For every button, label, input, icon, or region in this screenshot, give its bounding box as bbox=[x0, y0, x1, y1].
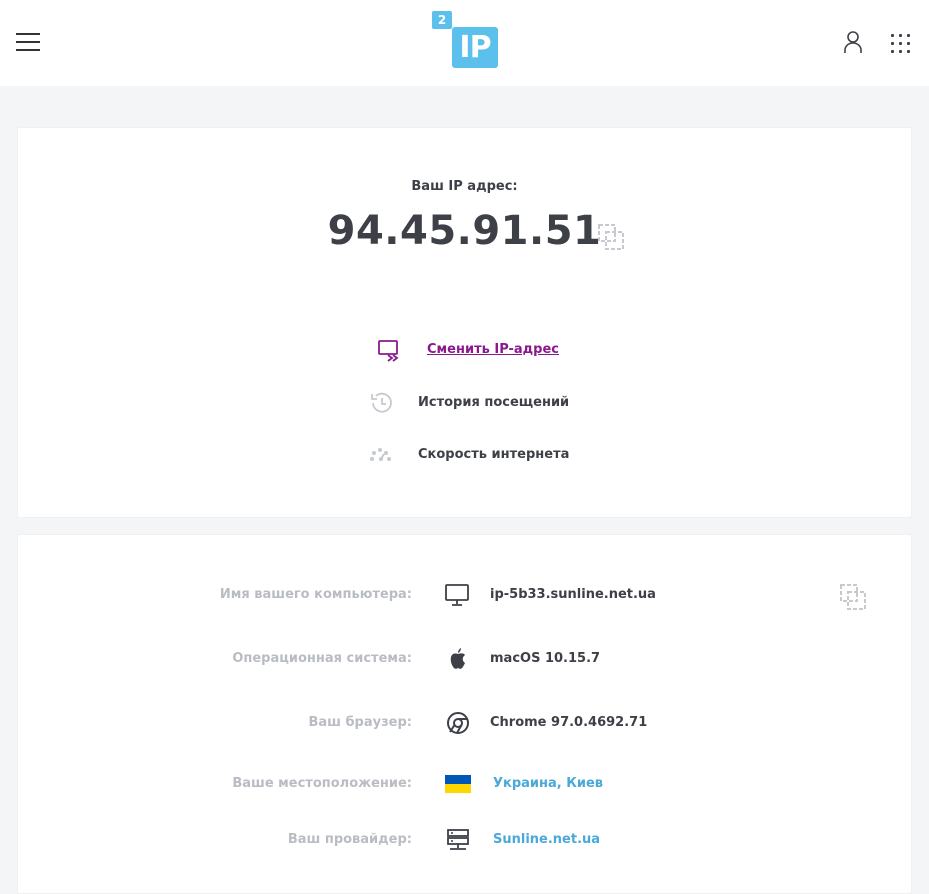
info-row-browser: Ваш браузер: Chrome 97.0.4692.71 bbox=[18, 708, 913, 738]
apple-icon bbox=[450, 648, 465, 669]
menu-icon[interactable] bbox=[16, 33, 40, 53]
change-ip-link[interactable]: Сменить IP-адрес bbox=[378, 338, 618, 362]
server-icon bbox=[447, 829, 469, 850]
ip-address[interactable]: 94.45.91.51 bbox=[18, 208, 911, 254]
logo-badge: 2 bbox=[432, 11, 452, 29]
os-label: Операционная система: bbox=[232, 651, 412, 666]
location-label: Ваше местоположение: bbox=[232, 776, 412, 791]
copy-hostname-icon[interactable] bbox=[839, 583, 867, 611]
info-row-provider: Ваш провайдер: Sunline.net.ua bbox=[18, 825, 913, 855]
apps-grid-icon[interactable] bbox=[891, 34, 911, 54]
logo-text: IP bbox=[452, 27, 498, 68]
speedometer-icon bbox=[370, 448, 391, 461]
ip-card: Ваш IP адрес: 94.45.91.51 Сменить IP-адр… bbox=[17, 127, 912, 518]
info-row-location: Ваше местоположение: Украина, Киев bbox=[18, 769, 913, 799]
history-label: История посещений bbox=[418, 395, 570, 410]
logo[interactable]: 2 IP bbox=[432, 11, 498, 69]
speed-label: Скорость интернета bbox=[418, 447, 570, 462]
hostname-value: ip-5b33.sunline.net.ua bbox=[490, 587, 656, 602]
info-row-os: Операционная система: macOS 10.15.7 bbox=[18, 644, 913, 674]
history-link[interactable]: История посещений bbox=[369, 391, 609, 415]
info-card: Имя вашего компьютера: ip-5b33.sunline.n… bbox=[17, 534, 912, 894]
provider-value[interactable]: Sunline.net.ua bbox=[493, 832, 600, 847]
chrome-icon bbox=[447, 712, 469, 734]
browser-value: Chrome 97.0.4692.71 bbox=[490, 715, 648, 730]
hostname-label: Имя вашего компьютера: bbox=[219, 587, 412, 602]
history-icon bbox=[371, 392, 392, 413]
change-ip-icon bbox=[378, 340, 399, 362]
monitor-icon bbox=[445, 584, 469, 606]
copy-icon[interactable] bbox=[597, 223, 625, 251]
os-value: macOS 10.15.7 bbox=[490, 651, 601, 666]
user-icon[interactable] bbox=[842, 30, 864, 54]
header: 2 IP bbox=[0, 0, 929, 86]
speed-test-link[interactable]: Скорость интернета bbox=[368, 443, 608, 467]
ip-label: Ваш IP адрес: bbox=[411, 179, 518, 194]
location-value[interactable]: Украина, Киев bbox=[493, 776, 603, 791]
info-row-hostname: Имя вашего компьютера: ip-5b33.sunline.n… bbox=[18, 580, 913, 610]
change-ip-label: Сменить IP-адрес bbox=[427, 342, 559, 357]
provider-label: Ваш провайдер: bbox=[287, 832, 412, 847]
ukraine-flag-icon bbox=[445, 775, 471, 793]
browser-label: Ваш браузер: bbox=[308, 715, 412, 730]
